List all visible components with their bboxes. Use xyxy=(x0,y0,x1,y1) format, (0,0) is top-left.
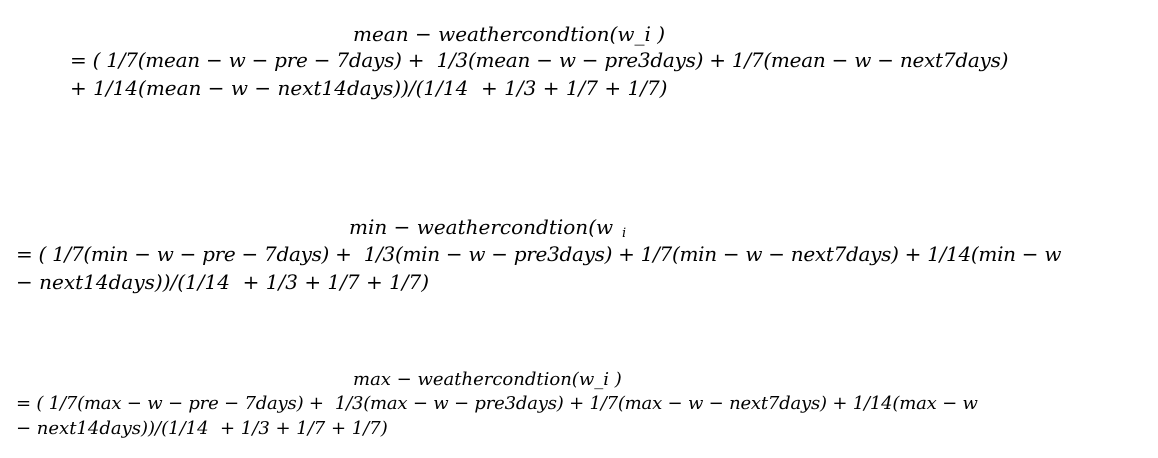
equation-min-lhs: min − weathercondtion(w xyxy=(349,215,614,239)
equation-mean-rhs-line-2: + 1/14(mean − w − next14days))/(1/14 + 1… xyxy=(70,76,668,100)
equation-min-subscript: i xyxy=(622,226,627,241)
equation-min-rhs-line-2: − next14days))/(1/14 + 1/3 + 1/7 + 1/7) xyxy=(16,270,430,294)
equation-max-lhs: max − weathercondtion(w_i ) xyxy=(353,369,622,390)
equation-max-rhs-line-1: = ( 1/7(max − w − pre − 7days) + 1/3(max… xyxy=(16,393,978,414)
equation-min-rhs-line-1: = ( 1/7(min − w − pre − 7days) + 1/3(min… xyxy=(16,242,1062,266)
equation-max-rhs-line-2: − next14days))/(1/14 + 1/3 + 1/7 + 1/7) xyxy=(16,418,388,439)
equation-mean-lhs: mean − weathercondtion(w_i ) xyxy=(353,22,666,46)
equation-mean-rhs-line-1: = ( 1/7(mean − w − pre − 7days) + 1/3(me… xyxy=(70,48,1009,72)
